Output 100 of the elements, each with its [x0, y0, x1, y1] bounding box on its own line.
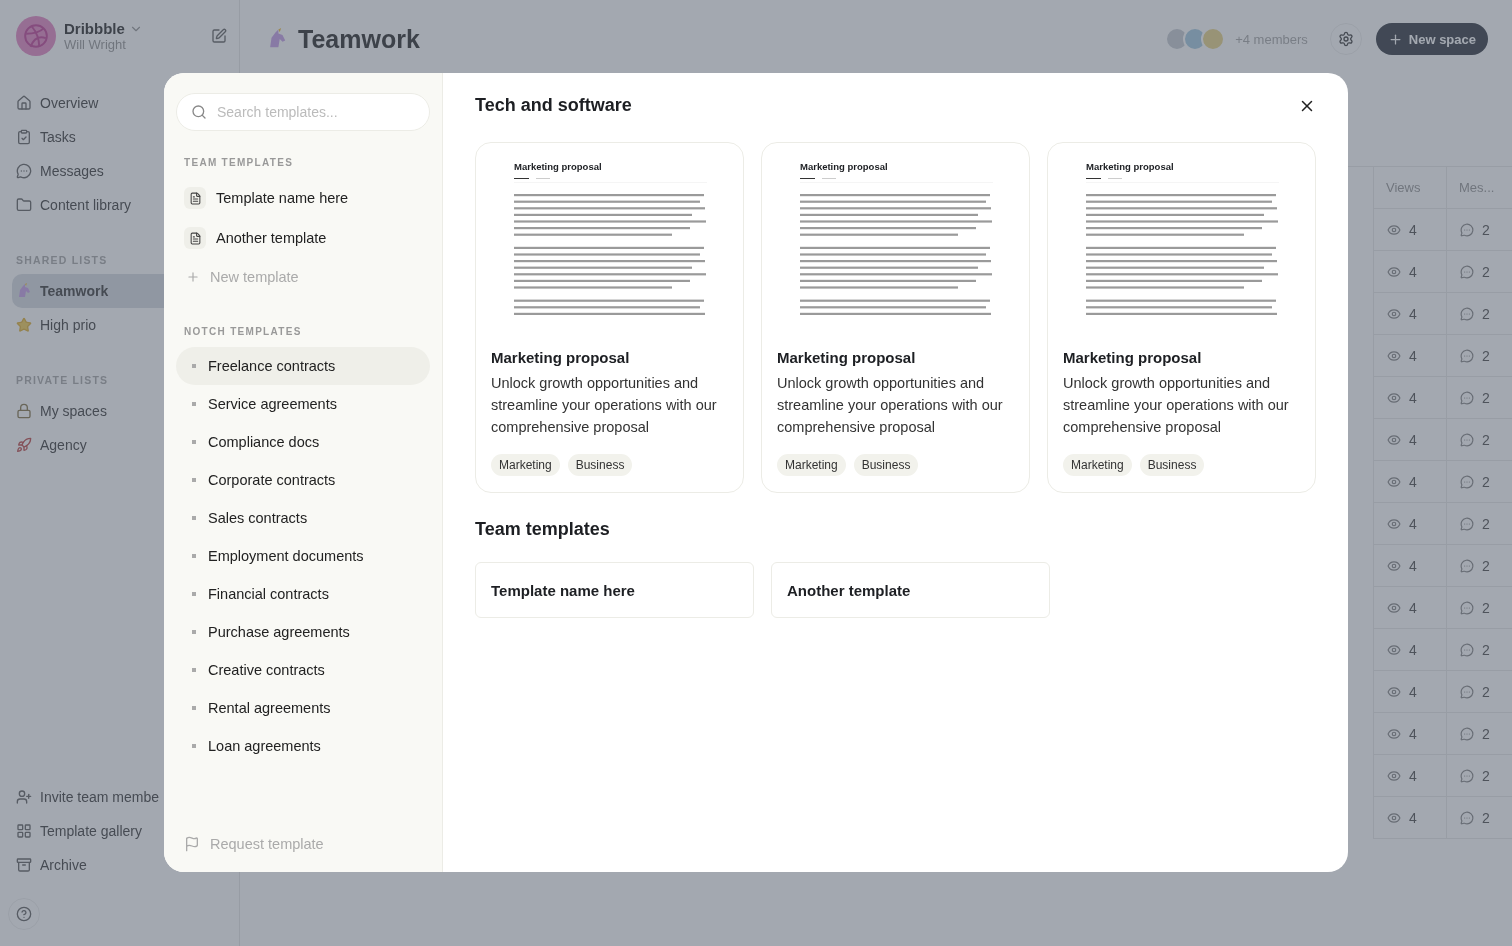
chat-bubble-icon [1460, 600, 1474, 615]
card-description: Unlock growth opportunities and streamline your operations with our comprehensive proposal [1063, 374, 1290, 437]
nav-item[interactable]: Invite team membe [12, 780, 239, 814]
table-cell: 2 [1447, 377, 1512, 419]
add-user-icon [16, 789, 32, 805]
table-cell: 4 [1374, 713, 1446, 755]
chat-bubble-icon [1460, 222, 1474, 237]
card-title: Marketing proposal [1063, 349, 1203, 366]
template-category[interactable]: Sales contracts [176, 499, 430, 537]
eye-icon [1387, 474, 1401, 489]
unicorn-icon [16, 283, 32, 299]
plus-icon [186, 270, 200, 284]
table-cell: 2 [1447, 755, 1512, 797]
chat-bubble-icon [1460, 474, 1474, 489]
table-cell: 2 [1447, 797, 1512, 839]
chat-bubble-icon [1460, 684, 1474, 699]
table-cell: 4 [1374, 671, 1446, 713]
section-title: Tech and software [475, 95, 632, 116]
eye-icon [1387, 768, 1401, 783]
help-button[interactable] [8, 898, 40, 930]
eye-icon [1387, 642, 1401, 657]
table-cell: 4 [1374, 629, 1446, 671]
template-category[interactable]: Service agreements [176, 385, 430, 423]
template-category[interactable]: Employment documents [176, 537, 430, 575]
eye-icon [1387, 600, 1401, 615]
table-cell: 2 [1447, 293, 1512, 335]
template-category[interactable]: Loan agreements [176, 727, 430, 765]
eye-icon [1387, 348, 1401, 363]
new-space-button[interactable]: New space [1375, 23, 1488, 55]
eye-icon [1387, 390, 1401, 405]
template-category[interactable]: Corporate contracts [176, 461, 430, 499]
eye-icon [1387, 222, 1401, 237]
table-cell: 4 [1374, 293, 1446, 335]
template-card[interactable]: Marketing proposal Marketing proposal Unlock growth opportunities and streamline your operations with our comprehensive proposal Marketing Business [475, 142, 744, 493]
table-cell: 4 [1374, 755, 1446, 797]
search-field[interactable]: Search templates... [176, 93, 430, 131]
template-card[interactable]: Template name here [475, 562, 754, 618]
card-title: Marketing proposal [777, 349, 917, 366]
table-cell: 2 [1447, 419, 1512, 461]
settings-icon [1337, 31, 1354, 47]
chat-bubble-icon [1460, 558, 1474, 573]
search-icon [191, 104, 207, 120]
table-cell: 2 [1447, 629, 1512, 671]
table-cell: 2 [1447, 251, 1512, 293]
card-description: Unlock growth opportunities and streamline your operations with our comprehensive proposal [491, 374, 718, 437]
tag: Business [567, 454, 633, 476]
chat-bubble-icon [16, 163, 32, 179]
table-cell: 4 [1374, 209, 1446, 251]
table-cell: 2 [1447, 503, 1512, 545]
eye-icon [1387, 306, 1401, 321]
template-item[interactable]: Another template [176, 218, 430, 258]
template-card[interactable]: Another template [771, 562, 1050, 618]
settings-button[interactable] [1329, 23, 1362, 55]
template-card[interactable]: Marketing proposal Marketing proposal Unlock growth opportunities and streamline your operations with our comprehensive proposal Marketing Business [761, 142, 1030, 493]
workspace-name[interactable]: Dribbble [64, 20, 125, 37]
template-category[interactable]: Rental agreements [176, 689, 430, 727]
chat-bubble-icon [1460, 432, 1474, 447]
template-category[interactable]: Freelance contracts [176, 347, 430, 385]
chat-bubble-icon [1460, 642, 1474, 657]
template-item[interactable]: Template name here [176, 178, 430, 218]
table-cell: 4 [1374, 461, 1446, 503]
template-category[interactable]: Creative contracts [176, 651, 430, 689]
workspace-logo[interactable] [16, 16, 56, 56]
template-category[interactable]: Compliance docs [176, 423, 430, 461]
section-heading: NOTCH TEMPLATES [184, 326, 303, 337]
home-icon [16, 95, 32, 111]
table-cell: 4 [1374, 545, 1446, 587]
table-cell: 2 [1447, 335, 1512, 377]
star-icon [16, 317, 32, 333]
template-category[interactable]: Purchase agreements [176, 613, 430, 651]
chat-bubble-icon [1460, 306, 1474, 321]
table-cell: 2 [1447, 209, 1512, 251]
tag: Marketing [1063, 454, 1132, 476]
tag: Marketing [491, 454, 560, 476]
document-icon [184, 187, 206, 209]
eye-icon [1387, 684, 1401, 699]
eye-icon [1387, 726, 1401, 741]
tag: Marketing [777, 454, 846, 476]
chat-bubble-icon [1460, 348, 1474, 363]
table-cell: 2 [1447, 713, 1512, 755]
table-cell: 4 [1374, 419, 1446, 461]
table-cell: 4 [1374, 377, 1446, 419]
rocket-icon [16, 437, 32, 453]
chat-bubble-icon [1460, 810, 1474, 825]
preview-title: Marketing proposal [1086, 161, 1175, 172]
chat-bubble-icon [1460, 726, 1474, 741]
eye-icon [1387, 558, 1401, 573]
archive-icon [16, 857, 32, 873]
lock-icon [16, 403, 32, 419]
table-cell: 4 [1374, 503, 1446, 545]
eye-icon [1387, 516, 1401, 531]
table-cell: 4 [1374, 335, 1446, 377]
preview-title: Marketing proposal [514, 161, 603, 172]
template-card[interactable]: Marketing proposal Marketing proposal Unlock growth opportunities and streamline your operations with our comprehensive proposal Marketing Business [1047, 142, 1316, 493]
table-cell: 4 [1374, 587, 1446, 629]
plus-icon [1387, 31, 1403, 47]
card-description: Unlock growth opportunities and streamline your operations with our comprehensive proposal [777, 374, 1004, 437]
template-category[interactable]: Financial contracts [176, 575, 430, 613]
edit-icon[interactable] [211, 28, 227, 44]
table-cell: 4 [1374, 797, 1446, 839]
